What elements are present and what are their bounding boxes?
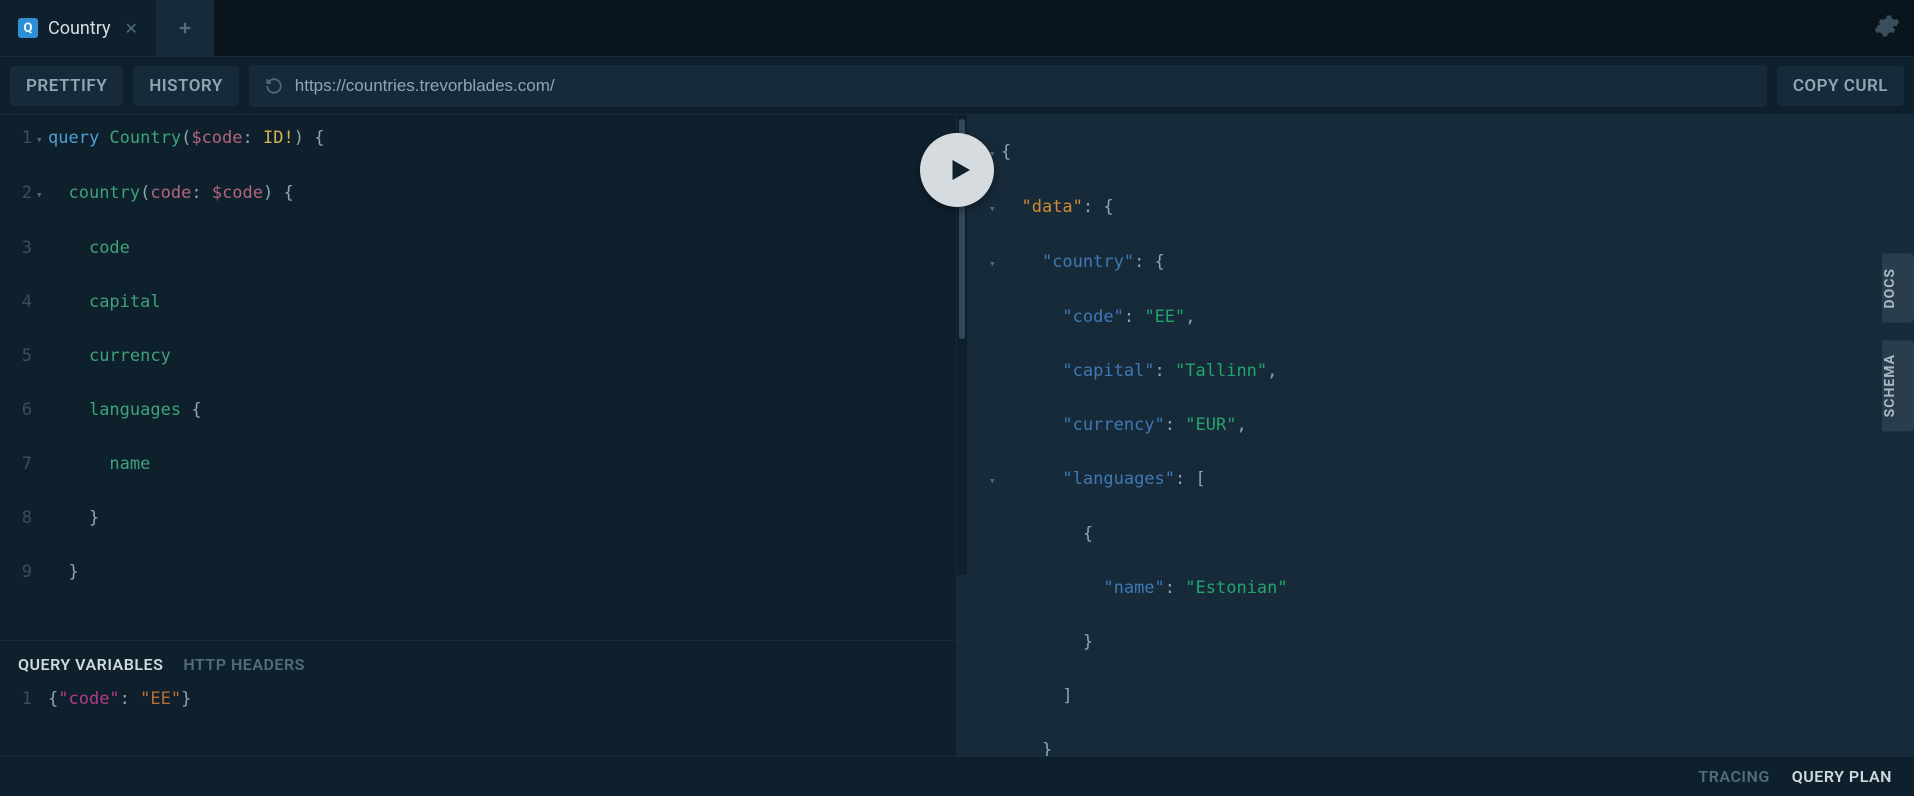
variables-section: QUERY VARIABLES HTTP HEADERS 1{"code": "…: [0, 640, 956, 756]
endpoint-url-field[interactable]: [249, 65, 1767, 107]
footer-query-plan[interactable]: QUERY PLAN: [1792, 767, 1892, 786]
footer: TRACING QUERY PLAN: [0, 756, 1914, 796]
tab-title: Country: [48, 18, 111, 39]
endpoint-url-input[interactable]: [295, 76, 1751, 96]
history-button[interactable]: HISTORY: [133, 66, 239, 106]
result-pane[interactable]: ▾{ ▾ "data": { ▾ "country": { "code": "E…: [957, 115, 1914, 756]
query-editor[interactable]: 1▾query Country($code: ID!) { 2▾ country…: [0, 115, 956, 640]
copy-curl-button[interactable]: COPY CURL: [1777, 66, 1904, 106]
settings-button[interactable]: [1874, 13, 1900, 43]
editor-area: 1▾query Country($code: ID!) { 2▾ country…: [0, 115, 1914, 756]
close-icon[interactable]: ✕: [125, 19, 138, 38]
tab-http-headers[interactable]: HTTP HEADERS: [183, 655, 305, 674]
plus-icon: [176, 19, 194, 37]
query-badge-icon: Q: [18, 18, 38, 38]
run-button[interactable]: [920, 133, 994, 207]
variables-editor[interactable]: 1{"code": "EE"}: [0, 680, 956, 756]
tab-query-variables[interactable]: QUERY VARIABLES: [18, 655, 163, 674]
left-pane: 1▾query Country($code: ID!) { 2▾ country…: [0, 115, 957, 756]
play-icon: [945, 155, 975, 185]
footer-tracing[interactable]: TRACING: [1698, 767, 1769, 786]
new-tab-button[interactable]: [157, 0, 214, 56]
prettify-button[interactable]: PRETTIFY: [10, 66, 123, 106]
schema-tab[interactable]: SCHEMA: [1882, 340, 1914, 431]
tab-country[interactable]: Q Country ✕: [0, 0, 157, 56]
toolbar: PRETTIFY HISTORY COPY CURL: [0, 57, 1914, 115]
reload-icon[interactable]: [265, 77, 283, 95]
gear-icon: [1874, 13, 1900, 39]
docs-tab[interactable]: DOCS: [1882, 254, 1914, 323]
tab-bar: Q Country ✕: [0, 0, 1914, 57]
